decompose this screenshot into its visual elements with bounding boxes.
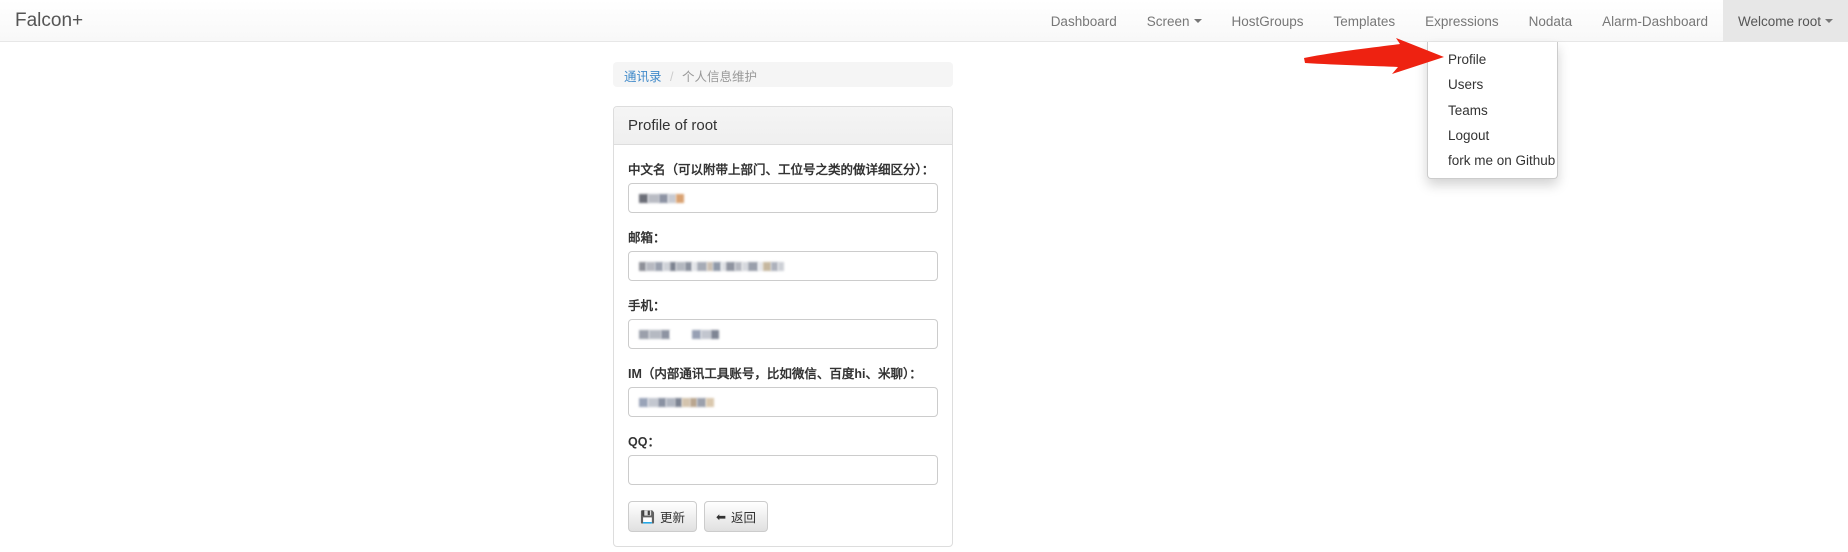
dropdown-item-logout[interactable]: Logout	[1428, 123, 1557, 148]
nav-item-label: HostGroups	[1231, 13, 1304, 29]
chevron-down-icon	[1193, 19, 1202, 23]
brand-logo[interactable]: Falcon+	[8, 0, 90, 42]
dropdown-item-fork-me-on-github[interactable]: fork me on Github	[1428, 148, 1557, 173]
redact-block	[778, 261, 784, 271]
field-label: 手机：	[628, 299, 666, 313]
redact-block	[711, 329, 719, 339]
redact-block	[676, 193, 684, 203]
redact-block	[692, 329, 701, 339]
dropdown-item-teams[interactable]: Teams	[1428, 98, 1557, 123]
redact-block	[682, 397, 690, 407]
redact-block	[648, 193, 659, 203]
redact-block	[639, 261, 646, 271]
form-group: 手机：	[628, 295, 938, 349]
breadcrumb: 通讯录 / 个人信息维护	[613, 62, 953, 87]
redact-block	[701, 329, 711, 339]
redacted-value	[639, 325, 927, 343]
redact-block	[685, 261, 692, 271]
field-label: 中文名（可以附带上部门、工位号之类的做详细区分）：	[628, 163, 935, 177]
form-group: 邮箱：	[628, 227, 938, 281]
profile-form: 中文名（可以附带上部门、工位号之类的做详细区分）： 邮箱： 手机： IM（内部通讯工具…	[628, 159, 938, 485]
panel-body: 中文名（可以附带上部门、工位号之类的做详细区分）： 邮箱： 手机： IM（内部通讯工具…	[614, 145, 952, 546]
nav-item-label: Dashboard	[1050, 13, 1117, 29]
nav-item-nodata[interactable]: Nodata	[1514, 0, 1588, 42]
redact-block	[706, 397, 714, 407]
nav-item-label: Templates	[1333, 13, 1396, 29]
user-dropdown-menu: Profile Users Teams Logout fork me on Github	[1427, 42, 1558, 180]
field-input[interactable]	[628, 387, 938, 417]
dropdown-item-profile[interactable]: Profile	[1428, 47, 1557, 72]
back-button[interactable]: ⬅ 返回	[703, 501, 769, 532]
nav-item-label: Expressions	[1425, 13, 1499, 29]
profile-panel: Profile of root 中文名（可以附带上部门、工位号之类的做详细区分）…	[613, 106, 953, 547]
redact-block	[763, 261, 771, 271]
redact-block	[648, 397, 658, 407]
panel-heading: Profile of root	[614, 107, 952, 145]
redact-block	[659, 193, 668, 203]
save-icon: 💾	[640, 509, 655, 524]
update-button[interactable]: 💾 更新	[628, 501, 697, 532]
back-arrow-icon: ⬅	[715, 509, 727, 524]
button-label: 更新	[659, 511, 685, 525]
field-input[interactable]	[628, 183, 938, 213]
redact-block	[697, 261, 707, 271]
breadcrumb-root-link[interactable]: 通讯录	[624, 70, 662, 84]
redact-block	[661, 329, 670, 339]
redact-block	[735, 261, 742, 271]
nav-item-label: Alarm-Dashboard	[1602, 13, 1708, 29]
field-input[interactable]	[628, 319, 938, 349]
redacted-value	[639, 393, 927, 411]
pointer-arrow	[1300, 36, 1446, 87]
redact-block	[668, 193, 676, 203]
field-input[interactable]	[628, 455, 938, 485]
redact-block	[690, 397, 697, 407]
redact-block	[675, 397, 682, 407]
nav-item-label: Welcome root	[1737, 13, 1821, 29]
page-root: Falcon+ Dashboard Screen HostGroups Templat…	[0, 0, 1848, 552]
breadcrumb-current: 个人信息维护	[681, 70, 757, 84]
form-actions: 💾 更新 ⬅ 返回	[628, 499, 938, 532]
redact-block	[670, 329, 692, 339]
top-navbar: Falcon+ Dashboard Screen HostGroups Templat…	[0, 0, 1848, 42]
redacted-value	[639, 257, 927, 275]
chevron-down-icon	[1825, 19, 1833, 23]
nav-item-label: Screen	[1146, 13, 1190, 29]
redact-block	[639, 397, 648, 407]
redact-block	[663, 261, 670, 271]
redact-block	[697, 397, 706, 407]
dropdown-item-users[interactable]: Users	[1428, 72, 1557, 97]
redact-block	[639, 193, 648, 203]
nav-item-screen[interactable]: Screen	[1132, 0, 1217, 42]
form-group: QQ：	[628, 431, 938, 485]
nav-item-dashboard[interactable]: Dashboard	[1036, 0, 1132, 42]
redact-block	[639, 329, 649, 339]
nav-item-alarm-dashboard[interactable]: Alarm-Dashboard	[1587, 0, 1723, 42]
nav-item-welcome-root[interactable]: Welcome root	[1722, 0, 1848, 42]
field-label: 邮箱：	[628, 231, 666, 245]
redact-block	[658, 397, 666, 407]
redact-block	[713, 261, 721, 271]
redact-block	[748, 261, 758, 271]
nav-item-label: Nodata	[1528, 13, 1573, 29]
redacted-value	[639, 189, 927, 207]
redact-block	[666, 397, 675, 407]
redact-block	[726, 261, 735, 271]
redact-block	[646, 261, 655, 271]
breadcrumb-separator: /	[670, 70, 674, 84]
button-label: 返回	[731, 511, 757, 525]
redact-block	[649, 329, 661, 339]
form-group: 中文名（可以附带上部门、工位号之类的做详细区分）：	[628, 159, 938, 213]
field-input[interactable]	[628, 251, 938, 281]
field-label: IM（内部通讯工具账号，比如微信、百度hi、米聊）：	[628, 367, 922, 381]
redact-block	[676, 261, 685, 271]
page-title: Profile of root	[628, 117, 718, 134]
field-label: QQ：	[628, 435, 660, 449]
redact-block	[655, 261, 663, 271]
form-group: IM（内部通讯工具账号，比如微信、百度hi、米聊）：	[628, 363, 938, 417]
redact-block	[771, 261, 778, 271]
